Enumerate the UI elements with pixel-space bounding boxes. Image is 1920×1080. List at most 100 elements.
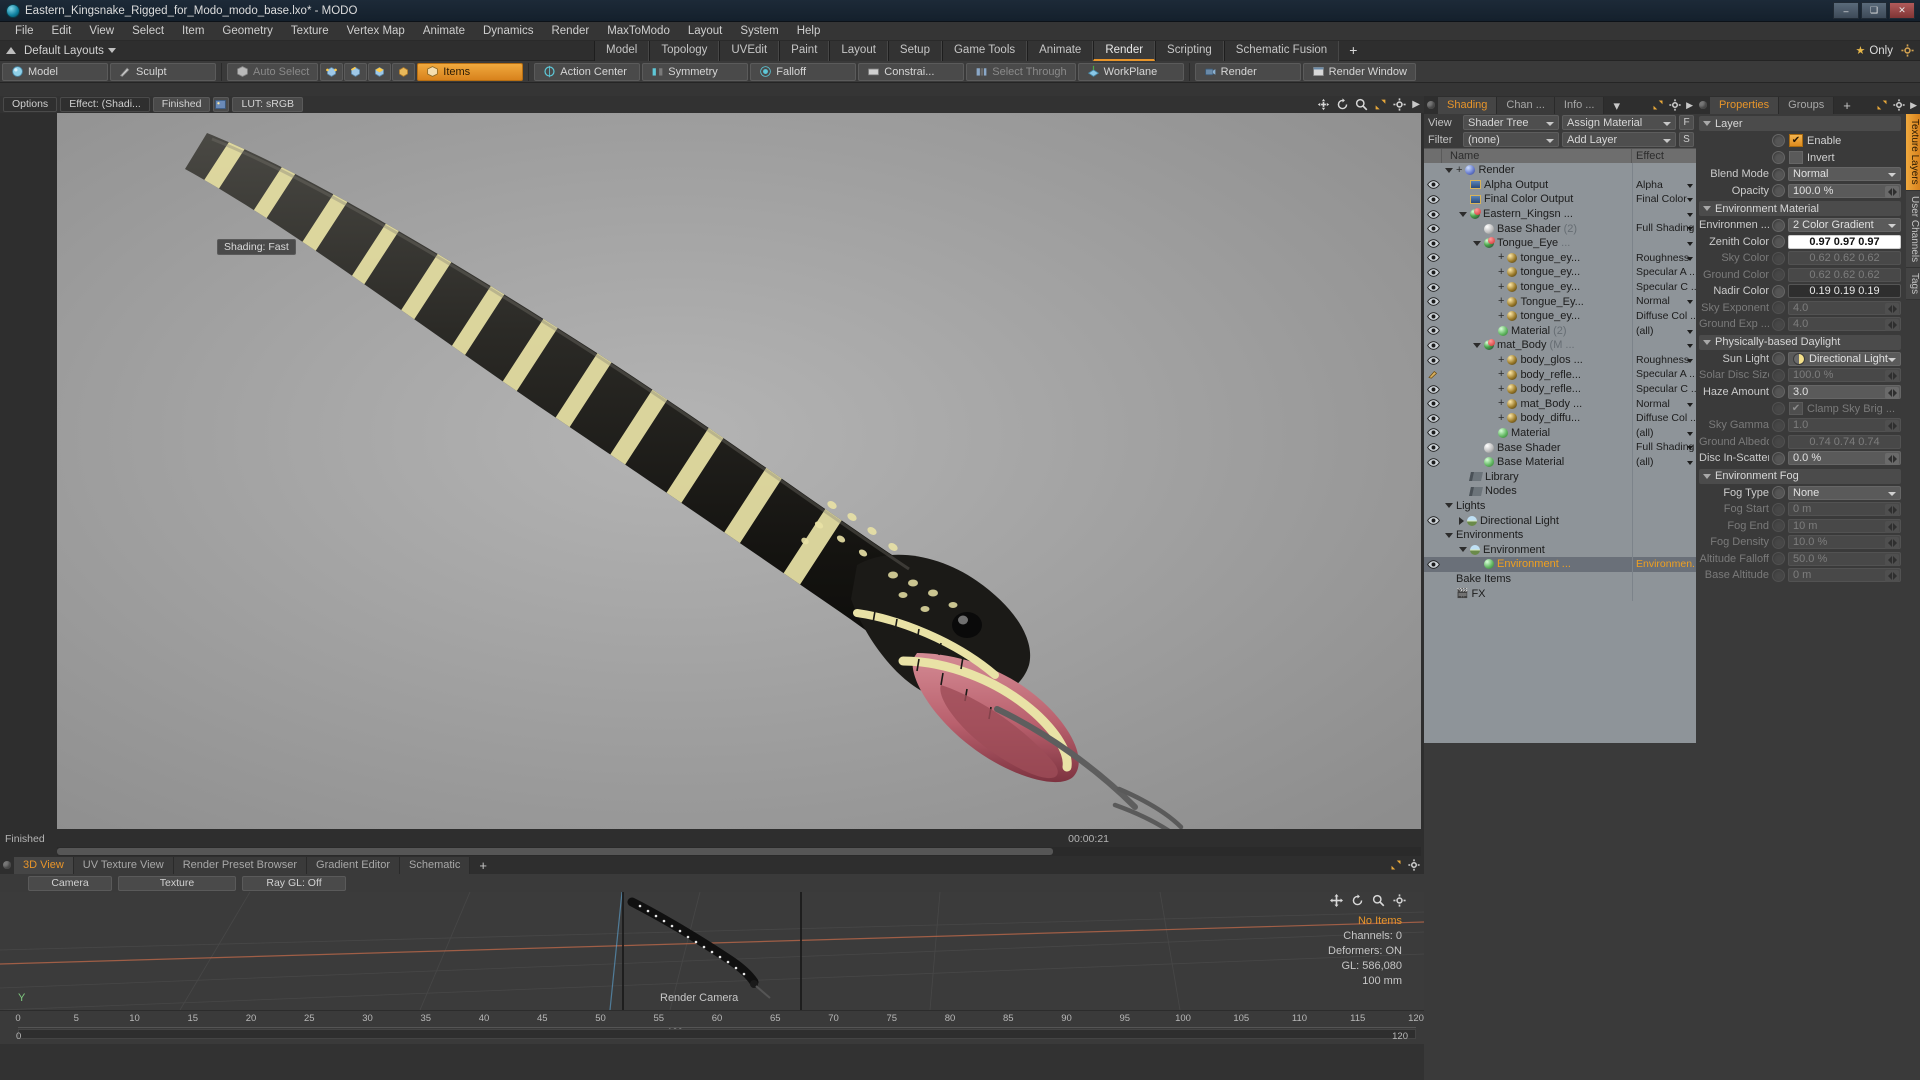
menu-texture[interactable]: Texture bbox=[282, 22, 338, 41]
value-spinner[interactable] bbox=[1885, 420, 1899, 433]
shader-tree-effect[interactable] bbox=[1632, 484, 1696, 499]
visibility-toggle[interactable] bbox=[1424, 455, 1442, 470]
visibility-toggle[interactable] bbox=[1424, 265, 1442, 280]
shader-tree-row[interactable]: + Render bbox=[1424, 163, 1696, 178]
add-icon[interactable]: + bbox=[1498, 252, 1504, 263]
menu-system[interactable]: System bbox=[731, 22, 787, 41]
shader-tree-row[interactable]: Nodes bbox=[1424, 484, 1696, 499]
assign-material-dropdown[interactable]: Assign Material bbox=[1562, 115, 1676, 130]
property-field[interactable]: 100.0 % bbox=[1788, 368, 1901, 383]
shader-tree-row[interactable]: + body_refle... Specular A ... bbox=[1424, 367, 1696, 382]
property-channel-dot[interactable] bbox=[1772, 167, 1785, 181]
shader-tree-effect[interactable] bbox=[1632, 235, 1696, 251]
visibility-toggle[interactable] bbox=[1424, 207, 1442, 222]
property-field[interactable]: Directional Light bbox=[1788, 351, 1901, 366]
value-spinner[interactable] bbox=[1885, 453, 1899, 466]
property-field[interactable]: 50.0 % bbox=[1788, 551, 1901, 566]
visibility-toggle[interactable] bbox=[1424, 236, 1442, 251]
view-dropdown[interactable]: Shader Tree bbox=[1463, 115, 1559, 130]
polygons-mode-button[interactable] bbox=[368, 62, 392, 81]
timeline-track[interactable] bbox=[18, 1029, 1416, 1039]
property-field[interactable]: 0 m bbox=[1788, 502, 1901, 517]
visibility-toggle[interactable] bbox=[1424, 367, 1442, 382]
value-spinner[interactable] bbox=[1885, 553, 1899, 566]
items-mode-button[interactable]: Items bbox=[417, 62, 524, 81]
shader-tree-row[interactable]: Library bbox=[1424, 469, 1696, 485]
property-channel-dot[interactable] bbox=[1772, 301, 1785, 315]
shader-tree-row[interactable]: Material (all) bbox=[1424, 425, 1696, 441]
property-channel-dot[interactable] bbox=[1772, 451, 1785, 465]
layout-tab-setup[interactable]: Setup bbox=[887, 41, 942, 61]
shader-tree-effect[interactable]: Specular A ... bbox=[1632, 367, 1696, 382]
only-toggle[interactable]: ★ Only bbox=[1855, 44, 1893, 58]
property-channel-dot[interactable] bbox=[1772, 502, 1785, 516]
property-field[interactable]: 4.0 bbox=[1788, 317, 1901, 332]
add-icon[interactable]: + bbox=[1498, 310, 1504, 322]
shader-tree-row[interactable]: Directional Light bbox=[1424, 513, 1696, 528]
pan-icon[interactable] bbox=[1330, 894, 1343, 907]
edges-mode-button[interactable] bbox=[344, 62, 368, 81]
viewport-lut-dropdown[interactable]: LUT: sRGB bbox=[232, 97, 303, 112]
property-channel-dot[interactable] bbox=[1772, 317, 1785, 331]
property-channel-dot[interactable] bbox=[1772, 535, 1785, 549]
layout-selector[interactable]: Default Layouts bbox=[0, 45, 116, 57]
shader-tree-effect[interactable] bbox=[1632, 586, 1696, 601]
property-field[interactable]: 0.62 0.62 0.62 bbox=[1788, 267, 1901, 282]
property-channel-dot[interactable] bbox=[1772, 268, 1785, 282]
property-field[interactable]: 1.0 bbox=[1788, 418, 1901, 433]
default-layouts-label[interactable]: Default Layouts bbox=[24, 45, 116, 57]
zoom-icon[interactable] bbox=[1355, 98, 1368, 111]
shader-tree-effect[interactable]: (all) bbox=[1632, 323, 1696, 339]
visibility-toggle[interactable] bbox=[1424, 557, 1442, 572]
property-channel-dot[interactable] bbox=[1772, 519, 1785, 533]
visibility-toggle[interactable] bbox=[1424, 440, 1442, 455]
property-field[interactable]: 0.0 % bbox=[1788, 451, 1901, 466]
property-channel-dot[interactable] bbox=[1772, 402, 1785, 415]
menu-edit[interactable]: Edit bbox=[43, 22, 81, 41]
value-spinner[interactable] bbox=[1885, 504, 1899, 517]
symmetry-button[interactable]: Symmetry bbox=[642, 62, 749, 81]
shader-tree-effect[interactable] bbox=[1632, 513, 1696, 528]
property-channel-dot[interactable] bbox=[1772, 134, 1785, 147]
shader-tree-list[interactable]: + Render Alpha Output Alpha Final Color Outp… bbox=[1424, 163, 1696, 743]
property-field[interactable]: 4.0 bbox=[1788, 300, 1901, 315]
shader-tree-effect[interactable] bbox=[1632, 542, 1696, 558]
panel-grip-icon[interactable] bbox=[1427, 101, 1435, 109]
property-channel-dot[interactable] bbox=[1772, 184, 1785, 198]
visibility-toggle[interactable] bbox=[1424, 178, 1442, 193]
expand-triangle-icon[interactable] bbox=[1445, 167, 1453, 173]
shader-tree-row[interactable]: + tongue_ey... Diffuse Col ... bbox=[1424, 308, 1696, 324]
filter-dropdown[interactable]: (none) bbox=[1463, 132, 1559, 147]
render-button[interactable]: Render bbox=[1194, 62, 1301, 81]
add-layer-dropdown[interactable]: Add Layer bbox=[1562, 132, 1676, 147]
shader-tree-effect[interactable]: Full Shading bbox=[1632, 221, 1696, 236]
menu-help[interactable]: Help bbox=[788, 22, 830, 41]
visibility-toggle[interactable] bbox=[1424, 382, 1442, 397]
gear-icon[interactable] bbox=[1408, 859, 1420, 871]
collapse-triangle-icon[interactable] bbox=[1459, 516, 1464, 525]
shader-tree-effect[interactable] bbox=[1632, 206, 1696, 222]
collapse-arrow-icon[interactable] bbox=[6, 47, 16, 54]
add-icon[interactable]: + bbox=[1498, 398, 1504, 409]
shader-tree-effect[interactable] bbox=[1632, 527, 1696, 543]
property-field[interactable]: 100.0 % bbox=[1788, 183, 1901, 198]
add-icon[interactable]: + bbox=[1498, 354, 1504, 366]
panel-grip-icon[interactable] bbox=[1699, 101, 1707, 109]
checkbox[interactable]: ✔ bbox=[1789, 151, 1803, 164]
vertices-mode-button[interactable] bbox=[320, 62, 344, 81]
f-button[interactable]: F bbox=[1679, 115, 1694, 130]
render-canvas[interactable]: (Render Camera) bbox=[57, 113, 1421, 829]
checkbox[interactable]: ✔ bbox=[1789, 402, 1803, 415]
gear-icon[interactable] bbox=[1669, 99, 1681, 111]
shader-tree-row[interactable]: Bake Items bbox=[1424, 571, 1696, 587]
visibility-toggle[interactable] bbox=[1424, 294, 1442, 309]
expand-triangle-icon[interactable] bbox=[1703, 473, 1711, 479]
value-spinner[interactable] bbox=[1885, 386, 1899, 399]
visibility-toggle[interactable] bbox=[1424, 397, 1442, 412]
shader-tree-row[interactable]: mat_Body (M ... bbox=[1424, 338, 1696, 353]
add-icon[interactable]: + bbox=[1498, 281, 1504, 293]
shader-tree-row[interactable]: Base Shader Full Shading bbox=[1424, 440, 1696, 455]
viewport-horizontal-scrollbar[interactable] bbox=[57, 847, 1421, 856]
menu-vertex-map[interactable]: Vertex Map bbox=[338, 22, 414, 41]
add-icon[interactable]: + bbox=[1498, 266, 1504, 278]
